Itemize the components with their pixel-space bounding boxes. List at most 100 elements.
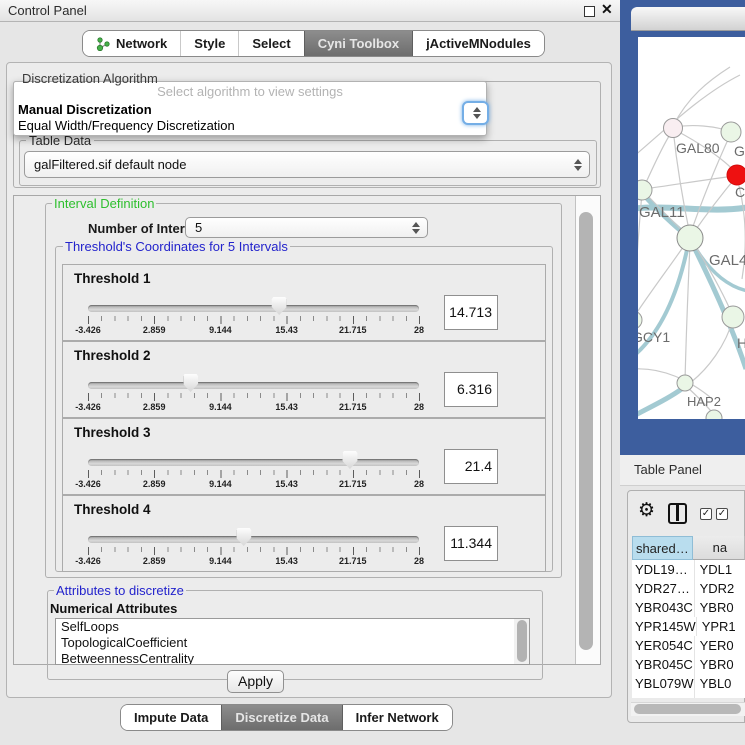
network-node[interactable]: [677, 225, 703, 251]
columns-icon-divider: [676, 505, 679, 521]
slider-thumb[interactable]: [183, 374, 198, 392]
select-all-checkbox-icon[interactable]: ✓: [700, 508, 712, 520]
tab-network-label: Network: [116, 36, 167, 51]
threshold-4-slider[interactable]: -3.426 2.859 9.144 15.43 21.715 28: [88, 526, 420, 570]
node-label: GAL4: [709, 252, 745, 269]
threshold-1-label: Threshold 1: [74, 271, 151, 286]
node-label: HAP2: [687, 394, 721, 409]
threshold-4-value-field[interactable]: 11.344: [444, 526, 498, 561]
algorithm-select-focused-edge[interactable]: [462, 101, 489, 125]
list-item[interactable]: SelfLoops: [56, 619, 529, 635]
network-node[interactable]: [638, 180, 652, 200]
apply-button[interactable]: Apply: [227, 670, 284, 693]
network-node[interactable]: [638, 311, 642, 329]
threshold-2-panel: Threshold 2 -3.426 2.859 9.144 15.43 21.…: [62, 341, 546, 418]
threshold-2-value-field[interactable]: 6.316: [444, 372, 498, 407]
attributes-group-title: Attributes to discretize: [54, 583, 186, 598]
gear-icon[interactable]: ⚙: [638, 499, 655, 521]
node-label: GCY1: [638, 329, 670, 345]
settings-scrollbar-thumb[interactable]: [579, 212, 593, 650]
table-horizontal-scrollbar-thumb[interactable]: [634, 704, 741, 714]
table-data-selected-value: galFiltered.sif default node: [34, 157, 186, 172]
table-row[interactable]: YDR27…YDR2: [632, 579, 745, 598]
table-data-select[interactable]: galFiltered.sif default node: [24, 151, 590, 178]
combo-stepper-icon: [574, 159, 582, 171]
float-window-icon[interactable]: [584, 6, 595, 17]
table-row[interactable]: YPR145WYPR1: [632, 617, 745, 636]
list-item[interactable]: TopologicalCoefficient: [56, 635, 529, 651]
slider-track[interactable]: [88, 459, 419, 466]
table-header-row: shared… na: [632, 536, 745, 560]
algorithm-dropdown-popup: Select algorithm to view settings Manual…: [13, 81, 487, 136]
network-node-selected[interactable]: [727, 165, 745, 185]
close-icon[interactable]: ✕: [601, 1, 613, 18]
slider-major-ticks: [88, 470, 420, 478]
tab-style[interactable]: Style: [180, 31, 238, 56]
screen: Control Panel ✕ Network Style Select Cyn…: [0, 0, 745, 745]
tab-discretize-data[interactable]: Discretize Data: [221, 705, 342, 730]
table-row[interactable]: YER054CYER0: [632, 636, 745, 655]
slider-major-ticks: [88, 316, 420, 324]
table-row[interactable]: YBR043CYBR0: [632, 598, 745, 617]
slider-track[interactable]: [88, 305, 419, 312]
network-node[interactable]: [721, 122, 741, 142]
slider-thumb[interactable]: [236, 528, 251, 546]
network-window-titlebar: [631, 7, 745, 31]
threshold-4-panel: Threshold 4 -3.426 2.859 9.144 15.43 21.…: [62, 495, 546, 572]
slider-thumb[interactable]: [342, 451, 357, 469]
tab-impute-data[interactable]: Impute Data: [121, 705, 221, 730]
threshold-3-slider[interactable]: -3.426 2.859 9.144 15.43 21.715 28: [88, 449, 420, 493]
threshold-2-label: Threshold 2: [74, 348, 151, 363]
slider-track[interactable]: [88, 536, 419, 543]
dropdown-option-manual-discretization[interactable]: Manual Discretization: [14, 102, 486, 118]
network-graph: GAL80 GA C GAL11 GAL4 GCY1 H HAP2: [638, 37, 745, 419]
panel-title: Control Panel: [8, 3, 87, 18]
slider-major-ticks: [88, 393, 420, 401]
threshold-1-slider[interactable]: -3.426 2.859 9.144 15.43 21.715 28: [88, 295, 420, 339]
network-icon: [96, 37, 111, 51]
combo-stepper-icon: [473, 107, 481, 119]
table-row[interactable]: YBR045CYBR0: [632, 655, 745, 674]
slider-scale-labels: -3.426 2.859 9.144 15.43 21.715 28: [88, 325, 419, 337]
network-node[interactable]: [706, 410, 722, 419]
threshold-2-slider[interactable]: -3.426 2.859 9.144 15.43 21.715 28: [88, 372, 420, 416]
network-node[interactable]: [722, 306, 744, 328]
network-canvas[interactable]: GAL80 GA C GAL11 GAL4 GCY1 H HAP2: [638, 37, 745, 419]
tab-jactivemnodules[interactable]: jActiveMNodules: [413, 31, 544, 56]
node-table: shared… na YDL19…YDL1 YDR27…YDR2 YBR043C…: [632, 536, 745, 698]
threshold-3-value-field[interactable]: 21.4: [444, 449, 498, 484]
table-row[interactable]: YDL19…YDL1: [632, 560, 745, 579]
node-label: H: [737, 335, 745, 351]
threshold-1-value-field[interactable]: 14.713: [444, 295, 498, 330]
node-label: GAL80: [676, 140, 720, 156]
tab-infer-network[interactable]: Infer Network: [343, 705, 452, 730]
bottom-tab-bar: Impute Data Discretize Data Infer Networ…: [120, 704, 453, 731]
threshold-1-panel: Threshold 1 -3.426 2.859 9.144 15.43 21.…: [62, 264, 546, 341]
select-none-checkbox-icon[interactable]: ✓: [716, 508, 728, 520]
slider-thumb[interactable]: [272, 297, 287, 315]
slider-scale-labels: -3.426 2.859 9.144 15.43 21.715 28: [88, 402, 419, 414]
attributes-list-scrollbar-thumb[interactable]: [517, 620, 527, 662]
control-panel: Control Panel ✕ Network Style Select Cyn…: [0, 0, 620, 745]
number-of-intervals-value: 5: [195, 220, 202, 235]
dropdown-option-equal-width-frequency[interactable]: Equal Width/Frequency Discretization: [14, 118, 486, 134]
slider-track[interactable]: [88, 382, 419, 389]
tab-select[interactable]: Select: [238, 31, 303, 56]
columns-icon[interactable]: [668, 503, 687, 524]
tab-cyni-toolbox[interactable]: Cyni Toolbox: [304, 31, 413, 56]
column-header-shared[interactable]: shared…: [632, 536, 693, 560]
table-row[interactable]: YLR345WYLR3: [632, 693, 745, 698]
slider-scale-labels: -3.426 2.859 9.144 15.43 21.715 28: [88, 556, 419, 568]
network-node[interactable]: [664, 119, 683, 138]
control-panel-titlebar: Control Panel ✕: [0, 0, 620, 22]
threshold-3-label: Threshold 3: [74, 425, 151, 440]
network-node[interactable]: [677, 375, 693, 391]
interval-definition-group-title: Interval Definition: [52, 196, 156, 211]
tab-network[interactable]: Network: [83, 31, 180, 56]
number-of-intervals-select[interactable]: 5: [185, 217, 428, 238]
numerical-attributes-list: SelfLoops TopologicalCoefficient Between…: [55, 618, 530, 665]
column-header-name[interactable]: na: [693, 536, 745, 560]
list-item[interactable]: BetweennessCentrality: [56, 651, 529, 665]
table-row[interactable]: YBL079WYBL0: [632, 674, 745, 693]
node-label: GA: [734, 143, 745, 159]
